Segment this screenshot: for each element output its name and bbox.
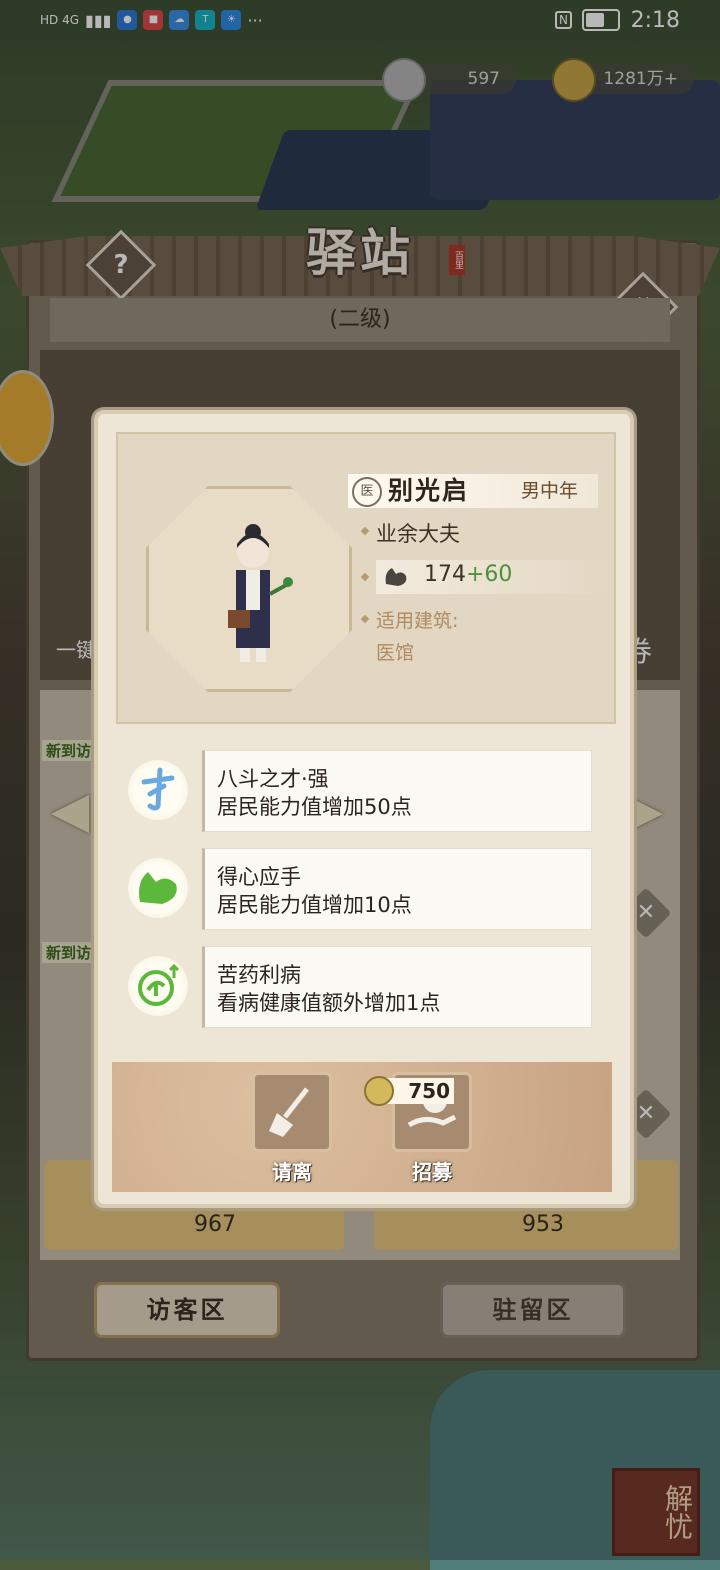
- skill-name: 苦药利病: [217, 963, 301, 987]
- building-value: 医馆: [376, 642, 415, 664]
- network-indicator: HD 4G: [40, 13, 80, 27]
- strength-icon: [128, 858, 188, 918]
- book-app-icon: ■: [143, 10, 164, 30]
- weather-app-icon: ☀: [221, 10, 242, 30]
- nfc-icon: N: [555, 11, 572, 29]
- station-level: (二级): [50, 298, 670, 342]
- bullet-icon: [360, 614, 370, 624]
- skill-desc: 居民能力值增加10点: [217, 893, 412, 917]
- coin-icon: [552, 58, 596, 102]
- coin-icon: [364, 1076, 394, 1106]
- skill-row: 得心应手 居民能力值增加10点: [108, 848, 620, 932]
- title-plate: 驿站 百里: [160, 205, 560, 285]
- building-label: 适用建筑:: [376, 610, 459, 632]
- bullet-icon: [360, 526, 370, 536]
- clock: 2:18: [630, 8, 680, 33]
- occupation: 业余大夫: [376, 522, 460, 546]
- silver-counter[interactable]: 597: [382, 58, 516, 102]
- bullet-icon: [360, 572, 370, 582]
- character-profile: 医 别光启 男中年 业余大夫 174+60 适用建筑: 医馆: [116, 432, 616, 724]
- tab-visitor[interactable]: 访客区: [94, 1282, 280, 1338]
- herb-icon: [128, 956, 188, 1016]
- cloud-app-icon: ☁: [169, 10, 190, 30]
- battery-icon: [582, 9, 620, 31]
- dismiss-button[interactable]: 请离: [252, 1072, 332, 1184]
- bulb-app-icon: ●: [117, 10, 138, 30]
- ability-value: 174+60: [424, 562, 512, 587]
- skill-box: 苦药利病 看病健康值额外增加1点: [202, 946, 592, 1028]
- tab-resident[interactable]: 驻留区: [440, 1282, 626, 1338]
- new-arrival-tag: 新到访: [42, 740, 96, 761]
- solve-worries-button[interactable]: 解忧: [612, 1468, 700, 1556]
- skill-box: 八斗之才·强 居民能力值增加50点: [202, 750, 592, 832]
- recruit-label: 招募: [412, 1160, 452, 1184]
- broom-icon: [252, 1072, 332, 1152]
- copper-counter[interactable]: 1281万+: [552, 58, 694, 102]
- gender-age: 男中年: [520, 480, 578, 502]
- page-title: 驿站: [306, 224, 414, 282]
- skill-name: 八斗之才·强: [217, 767, 329, 791]
- character-portrait: [228, 524, 293, 662]
- signal-icon: ▮▮▮: [85, 10, 112, 30]
- ability-bonus: +60: [466, 562, 513, 587]
- tap-app-icon: T: [195, 10, 216, 30]
- recruit-cost: 750: [364, 1076, 454, 1106]
- skill-name: 得心应手: [217, 865, 301, 889]
- recruit-cost-value: 750: [408, 1079, 450, 1103]
- talent-icon: [128, 760, 188, 820]
- skill-desc: 居民能力值增加50点: [217, 795, 412, 819]
- visitor-ability: 967: [194, 1212, 236, 1237]
- one-click-label: 一键: [56, 638, 96, 662]
- visitor-ability: 953: [522, 1212, 564, 1237]
- profession-badge: 医: [352, 477, 382, 507]
- ability-stat: 174+60: [376, 560, 612, 594]
- silver-ingot-icon: [382, 58, 426, 102]
- question-icon: ?: [113, 250, 129, 280]
- silver-amount: 597: [467, 69, 500, 89]
- skill-desc: 看病健康值额外增加1点: [217, 991, 441, 1015]
- new-arrival-tag: 新到访: [42, 942, 96, 963]
- action-bar: 请离 招募: [112, 1062, 612, 1192]
- prev-arrow-button[interactable]: ◀: [40, 785, 100, 835]
- title-seal: 百里: [449, 245, 465, 275]
- character-name: 别光启: [388, 476, 470, 505]
- skill-box: 得心应手 居民能力值增加10点: [202, 848, 592, 930]
- skill-row: 八斗之才·强 居民能力值增加50点: [108, 750, 620, 834]
- more-icon: ···: [247, 10, 263, 30]
- name-plate: 医 别光启 男中年: [348, 474, 598, 508]
- dismiss-label: 请离: [272, 1160, 312, 1184]
- ability-base: 174: [424, 562, 466, 587]
- muscle-icon: [385, 568, 407, 586]
- copper-amount: 1281万+: [603, 69, 678, 89]
- status-bar: HD 4G ▮▮▮ ● ■ ☁ T ☀ ··· N 2:18: [0, 0, 720, 42]
- character-detail-modal: 医 别光启 男中年 业余大夫 174+60 适用建筑: 医馆 八斗之才·强 居民…: [94, 410, 634, 1208]
- skill-row: 苦药利病 看病健康值额外增加1点: [108, 946, 620, 1030]
